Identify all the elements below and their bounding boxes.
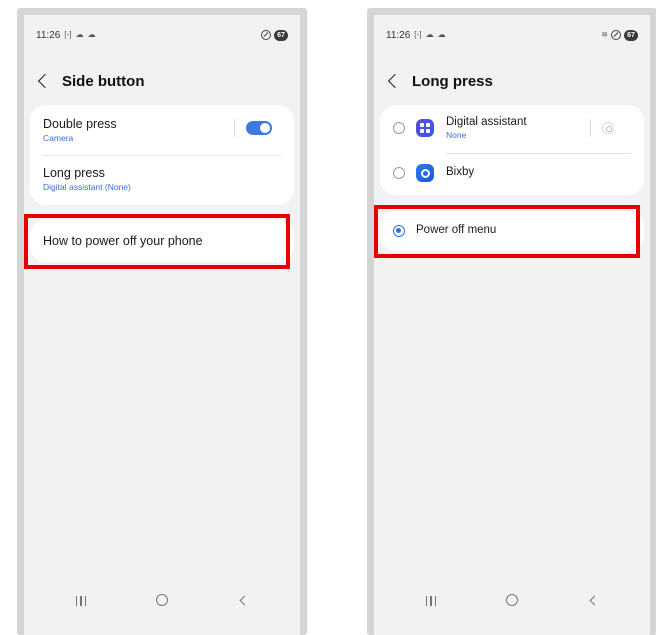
page-title: Long press <box>412 72 493 90</box>
do-not-disturb-icon <box>611 30 621 40</box>
back-icon[interactable] <box>589 595 600 606</box>
battery-icon: 67 <box>274 29 288 41</box>
power-off-menu-title: Power off menu <box>416 224 497 236</box>
long-press-subtitle: Digital assistant (None) <box>43 182 131 192</box>
power-off-menu-card[interactable]: Power off menu <box>380 211 644 251</box>
wifi-icon: ≋ <box>601 30 608 39</box>
cloud-icon: ☁ <box>425 30 434 39</box>
phone-frame-left: 11:26 [◦] ☁ ☁ 67 Side button Double pres… <box>17 8 307 635</box>
battery-icon: 67 <box>624 29 638 41</box>
status-bar: 11:26 [◦] ☁ ☁ ≋ 67 <box>386 28 638 42</box>
toggle-separator <box>234 119 235 137</box>
title-bar: Side button <box>36 70 288 92</box>
status-time: 11:26 <box>386 29 411 41</box>
double-press-toggle[interactable] <box>246 121 272 135</box>
options-card: Digital assistant None Bixby <box>380 105 644 195</box>
divider <box>446 153 631 154</box>
status-bar: 11:26 [◦] ☁ ☁ 67 <box>36 28 288 42</box>
home-icon[interactable] <box>156 594 168 606</box>
power-off-help-title: How to power off your phone <box>43 234 203 248</box>
recents-icon[interactable] <box>426 596 436 606</box>
status-time: 11:26 <box>36 29 61 41</box>
page-title: Side button <box>62 72 145 90</box>
power-off-help-card[interactable]: How to power off your phone <box>30 220 294 262</box>
cloud-icon: ☁ <box>437 30 446 39</box>
back-icon[interactable] <box>239 595 250 606</box>
screenshot-icon: [◦] <box>414 30 422 39</box>
digital-assistant-title: Digital assistant <box>446 116 527 128</box>
long-press-row[interactable]: Long press Digital assistant (None) <box>43 166 281 196</box>
long-press-title: Long press <box>43 166 105 180</box>
recents-icon[interactable] <box>76 596 86 606</box>
cloud-icon: ☁ <box>87 30 96 39</box>
divider <box>43 155 281 156</box>
digital-assistant-radio[interactable] <box>393 122 405 134</box>
cloud-icon: ☁ <box>75 30 84 39</box>
gear-icon[interactable] <box>602 122 614 134</box>
back-arrow-icon[interactable] <box>387 73 403 89</box>
screenshot-icon: [◦] <box>64 30 72 39</box>
long-press-screen: 11:26 [◦] ☁ ☁ ≋ 67 Long press Digital as… <box>374 15 650 635</box>
do-not-disturb-icon <box>261 30 271 40</box>
digital-assistant-icon <box>416 119 434 137</box>
home-icon[interactable] <box>506 594 518 606</box>
bixby-radio[interactable] <box>393 167 405 179</box>
phone-frame-right: 11:26 [◦] ☁ ☁ ≋ 67 Long press Digital as… <box>367 8 656 635</box>
digital-assistant-subtitle: None <box>446 130 467 140</box>
double-press-row[interactable]: Double press Camera <box>43 117 281 147</box>
double-press-subtitle: Camera <box>43 133 74 143</box>
settings-separator <box>590 119 591 137</box>
bixby-row[interactable]: Bixby <box>446 166 604 178</box>
bixby-icon <box>416 164 434 182</box>
navigation-bar <box>374 593 650 609</box>
power-off-menu-radio[interactable] <box>393 225 405 237</box>
title-bar: Long press <box>386 70 638 92</box>
navigation-bar <box>24 593 300 609</box>
bixby-title: Bixby <box>446 166 475 178</box>
side-button-screen: 11:26 [◦] ☁ ☁ 67 Side button Double pres… <box>24 15 300 635</box>
settings-card: Double press Camera Long press Digital a… <box>30 105 294 205</box>
back-arrow-icon[interactable] <box>37 73 53 89</box>
digital-assistant-row[interactable]: Digital assistant None <box>446 116 604 140</box>
